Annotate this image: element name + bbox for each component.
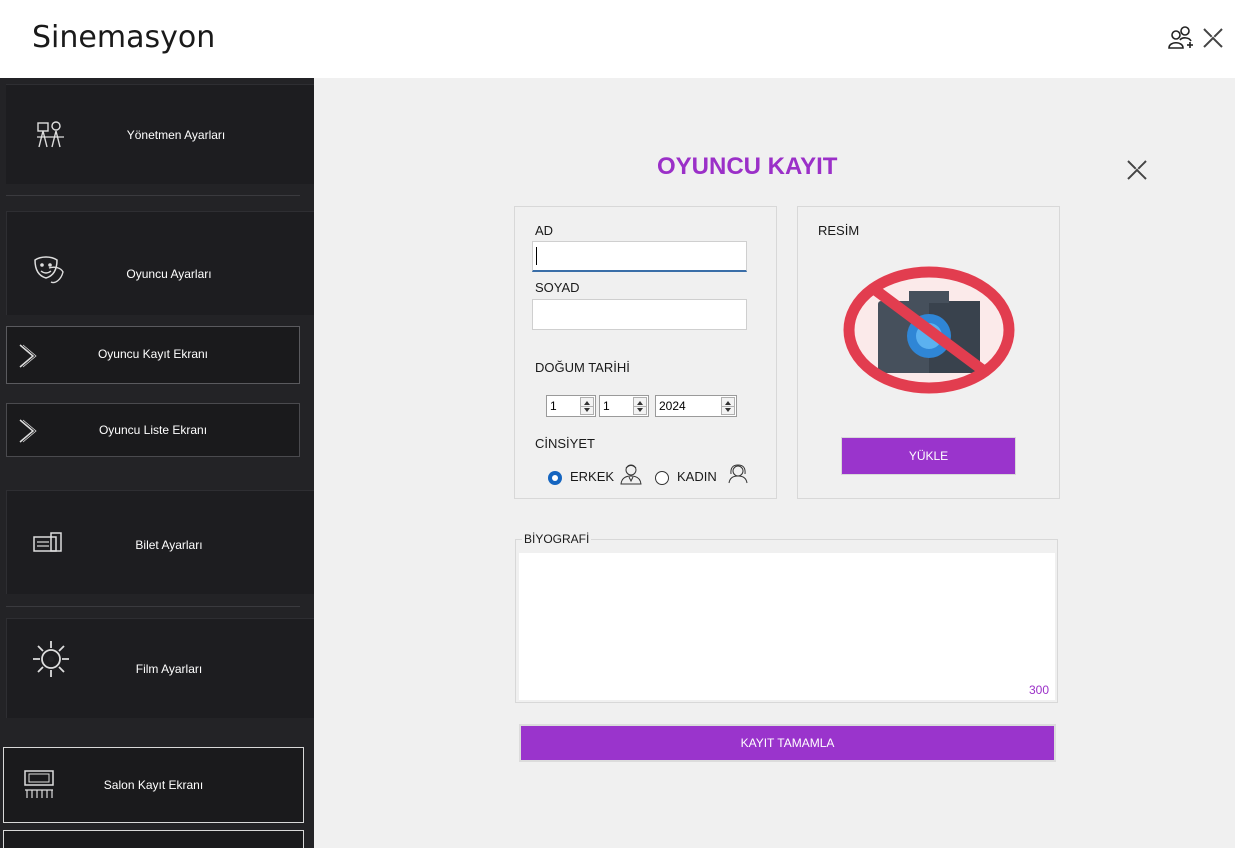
no-camera-icon [843, 266, 1015, 394]
picture-group: RESİM YÜKLE [797, 206, 1060, 499]
male-radio[interactable] [548, 471, 562, 485]
submit-button[interactable]: KAYIT TAMAMLA [519, 724, 1056, 762]
day-spinner-buttons[interactable] [580, 397, 594, 415]
sidebar-item-label: Oyuncu Ayarları [126, 267, 212, 281]
sidebar-item-label: Oyuncu Liste Ekranı [98, 423, 208, 437]
ticket-icon [33, 532, 62, 552]
sidebar-item-director[interactable]: Yönetmen Ayarları [6, 84, 314, 184]
add-user-icon[interactable] [1167, 24, 1195, 52]
theater-masks-icon [34, 256, 64, 284]
sidebar-item-film[interactable]: Film Ayarları [6, 618, 314, 718]
sidebar-item-actor-list[interactable]: Oyuncu Liste Ekranı [6, 403, 300, 457]
upload-button[interactable]: YÜKLE [841, 437, 1016, 475]
sidebar-item-label: Oyuncu Kayıt Ekranı [97, 347, 209, 361]
sidebar-item-actor[interactable]: Oyuncu Ayarları [6, 211, 314, 315]
sidebar-item-hall-register[interactable]: Salon Kayıt Ekranı [3, 747, 304, 823]
year-spinner-buttons[interactable] [721, 397, 735, 415]
sidebar-item-label: Yönetmen Ayarları [126, 128, 226, 142]
title-bar: Sinemasyon [0, 0, 1235, 78]
male-user-icon [620, 464, 642, 485]
biography-label: BİYOGRAFİ [522, 532, 592, 546]
personal-info-group: AD SOYAD DOĞUM TARİHİ 1 1 2024 CİNSİYET … [514, 206, 777, 499]
char-counter: 300 [1028, 683, 1049, 697]
sidebar: Yönetmen Ayarları Oyuncu Ayarları Oyuncu… [0, 78, 314, 848]
birthdate-label: DOĞUM TARİHİ [535, 360, 630, 375]
close-icon[interactable] [1199, 24, 1227, 52]
sidebar-item-label: Film Ayarları [135, 662, 203, 676]
app-title: Sinemasyon [32, 20, 216, 55]
sidebar-item-label: Bilet Ayarları [135, 538, 203, 552]
biography-group: BİYOGRAFİ 300 [515, 532, 1058, 703]
main-content: OYUNCU KAYIT AD SOYAD DOĞUM TARİHİ 1 1 2… [314, 78, 1235, 848]
biography-textarea[interactable]: 300 [519, 553, 1055, 700]
gender-label: CİNSİYET [535, 436, 595, 451]
page-title: OYUNCU KAYIT [657, 153, 838, 180]
month-spinner[interactable]: 1 [599, 395, 649, 417]
sidebar-item-actor-register[interactable]: Oyuncu Kayıt Ekranı [6, 326, 300, 384]
soyad-input[interactable] [532, 299, 747, 330]
ad-input[interactable] [532, 241, 747, 272]
form-close-icon[interactable] [1125, 158, 1149, 182]
male-label: ERKEK [570, 469, 615, 484]
female-user-icon [728, 464, 748, 484]
sidebar-item-next[interactable] [3, 830, 304, 848]
month-spinner-buttons[interactable] [633, 397, 647, 415]
year-spinner[interactable]: 2024 [655, 395, 737, 417]
picture-label: RESİM [818, 223, 860, 238]
sidebar-item-ticket[interactable]: Bilet Ayarları [6, 490, 314, 594]
director-icon [37, 121, 64, 148]
female-label: KADIN [677, 469, 717, 484]
soyad-label: SOYAD [535, 280, 580, 295]
text-caret [536, 247, 537, 265]
female-radio[interactable] [655, 471, 669, 485]
sidebar-item-label: Salon Kayıt Ekranı [103, 778, 204, 792]
day-spinner[interactable]: 1 [546, 395, 596, 417]
ad-label: AD [535, 223, 554, 238]
gear-icon [33, 641, 69, 677]
